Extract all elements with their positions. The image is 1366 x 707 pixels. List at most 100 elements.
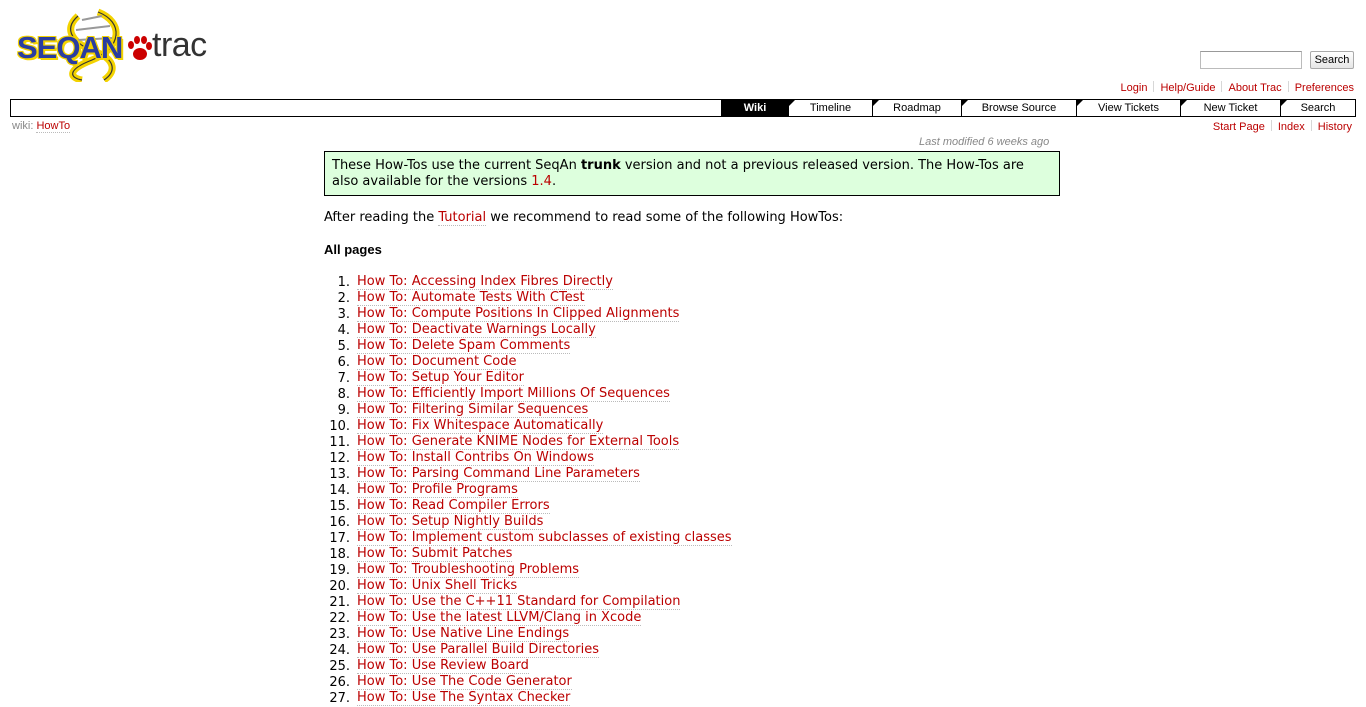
list-item: 11. How To: Generate KNIME Nodes for Exte… (324, 435, 732, 451)
list-item-number: 6. (337, 355, 350, 370)
meta-navigation: Login Help/Guide About Trac Preferences (1121, 81, 1354, 94)
howto-link[interactable]: How To: Use Parallel Build Directories (357, 643, 599, 658)
list-item-number: 10. (329, 419, 350, 434)
list-item: 27. How To: Use The Syntax Checker (324, 691, 732, 707)
howto-link[interactable]: How To: Use Review Board (357, 659, 529, 674)
paw-icon (128, 36, 152, 60)
trac-wordmark: trac (152, 26, 207, 64)
howto-link[interactable]: How To: Fix Whitespace Automatically (357, 419, 604, 434)
list-item: 3. How To: Compute Positions In Clipped A… (324, 307, 732, 323)
howto-link[interactable]: How To: Use The Code Generator (357, 675, 572, 690)
notice-trunk: trunk (580, 158, 621, 173)
list-item-number: 3. (337, 307, 350, 322)
breadcrumb-page-link[interactable]: HowTo (36, 120, 71, 133)
list-item: 19. How To: Troubleshooting Problems (324, 563, 732, 579)
list-item-number: 22. (329, 611, 350, 626)
intro-paragraph: After reading the Tutorial we recommend … (324, 210, 844, 226)
list-item: 2. How To: Automate Tests With CTest (324, 291, 732, 307)
howto-link[interactable]: How To: Use The Syntax Checker (357, 691, 571, 706)
start-page-link[interactable]: Start Page (1213, 121, 1265, 133)
index-link[interactable]: Index (1278, 121, 1305, 133)
search-input[interactable] (1200, 51, 1302, 69)
list-item: 17. How To: Implement custom subclasses o… (324, 531, 732, 547)
intro-text: we recommend to read some of the followi… (486, 210, 844, 225)
howto-link[interactable]: How To: Implement custom subclasses of e… (357, 531, 732, 546)
notice-text: These How-Tos use the current SeqAn (332, 158, 581, 173)
nav-tab-timeline[interactable]: Timeline (788, 100, 872, 116)
preferences-link[interactable]: Preferences (1295, 82, 1354, 94)
list-item: 23. How To: Use Native Line Endings (324, 627, 732, 643)
history-link[interactable]: History (1318, 121, 1352, 133)
list-item-number: 16. (329, 515, 350, 530)
list-item-number: 12. (329, 451, 350, 466)
list-item-number: 11. (329, 435, 350, 450)
howto-link[interactable]: How To: Parsing Command Line Parameters (357, 467, 640, 482)
nav-tab-new-ticket[interactable]: New Ticket (1180, 100, 1280, 116)
howto-link[interactable]: How To: Troubleshooting Problems (357, 563, 580, 578)
context-navigation: Start Page Index History (1213, 120, 1352, 133)
list-item: 20. How To: Unix Shell Tricks (324, 579, 732, 595)
howto-link[interactable]: How To: Delete Spam Comments (357, 339, 571, 354)
login-link[interactable]: Login (1121, 82, 1148, 94)
howto-list: 1. How To: Accessing Index Fibres Directl… (324, 275, 732, 707)
search-button[interactable]: Search (1310, 51, 1354, 69)
howto-link[interactable]: How To: Install Contribs On Windows (357, 451, 595, 466)
seqan-wordmark: SEQAN (17, 30, 123, 65)
list-item: 1. How To: Accessing Index Fibres Directl… (324, 275, 732, 291)
separator (1287, 81, 1289, 92)
list-item-number: 26. (329, 675, 350, 690)
howto-link[interactable]: How To: Document Code (357, 355, 517, 370)
list-item-number: 25. (329, 659, 350, 674)
list-item: 22. How To: Use the latest LLVM/Clang in … (324, 611, 732, 627)
about-trac-link[interactable]: About Trac (1228, 82, 1281, 94)
howto-link[interactable]: How To: Read Compiler Errors (357, 499, 550, 514)
howto-link[interactable]: How To: Accessing Index Fibres Directly (357, 275, 613, 290)
howto-link[interactable]: How To: Generate KNIME Nodes for Externa… (357, 435, 680, 450)
breadcrumb-prefix: wiki: (12, 120, 34, 132)
all-pages-heading: All pages (324, 242, 382, 257)
nav-tab-wiki[interactable]: Wiki (721, 100, 788, 116)
list-item-number: 21. (329, 595, 350, 610)
help-guide-link[interactable]: Help/Guide (1160, 82, 1215, 94)
list-item-number: 14. (329, 483, 350, 498)
list-item: 14. How To: Profile Programs (324, 483, 732, 499)
howto-link[interactable]: How To: Setup Nightly Builds (357, 515, 544, 530)
howto-link[interactable]: How To: Use the latest LLVM/Clang in Xco… (357, 611, 642, 626)
howto-link[interactable]: How To: Efficiently Import Millions Of S… (357, 387, 670, 402)
howto-link[interactable]: How To: Filtering Similar Sequences (357, 403, 589, 418)
intro-text: After reading the (324, 210, 439, 225)
list-item-number: 17. (329, 531, 350, 546)
howto-link[interactable]: How To: Setup Your Editor (357, 371, 525, 386)
list-item: 16. How To: Setup Nightly Builds (324, 515, 732, 531)
separator (1270, 120, 1272, 131)
howto-link[interactable]: How To: Automate Tests With CTest (357, 291, 585, 306)
nav-tab-search[interactable]: Search (1280, 100, 1355, 116)
howto-link[interactable]: How To: Submit Patches (357, 547, 513, 562)
tutorial-link[interactable]: Tutorial (438, 210, 487, 226)
list-item-number: 24. (329, 643, 350, 658)
howto-link[interactable]: How To: Compute Positions In Clipped Ali… (357, 307, 680, 322)
list-item-number: 13. (329, 467, 350, 482)
list-item-number: 1. (337, 275, 350, 290)
howto-link[interactable]: How To: Profile Programs (357, 483, 518, 498)
list-item: 24. How To: Use Parallel Build Directorie… (324, 643, 732, 659)
howto-link[interactable]: How To: Deactivate Warnings Locally (357, 323, 596, 338)
trunk-notice-box: These How-Tos use the current SeqAn trun… (324, 151, 1060, 196)
list-item: 9. How To: Filtering Similar Sequences (324, 403, 732, 419)
list-item: 5. How To: Delete Spam Comments (324, 339, 732, 355)
list-item: 26. How To: Use The Code Generator (324, 675, 732, 691)
nav-tab-roadmap[interactable]: Roadmap (872, 100, 961, 116)
list-item-number: 18. (329, 547, 350, 562)
nav-tab-view-tickets[interactable]: View Tickets (1076, 100, 1180, 116)
seqan-trac-logo[interactable]: SEQAN trac (14, 8, 226, 82)
list-item-number: 19. (329, 563, 350, 578)
howto-link[interactable]: How To: Use the C++11 Standard for Compi… (357, 595, 681, 610)
list-item: 25. How To: Use Review Board (324, 659, 732, 675)
version-1-4-link[interactable]: 1.4 (531, 174, 552, 189)
nav-tab-browse-source[interactable]: Browse Source (961, 100, 1076, 116)
howto-link[interactable]: How To: Unix Shell Tricks (357, 579, 518, 594)
list-item: 8. How To: Efficiently Import Millions Of… (324, 387, 732, 403)
main-navigation: Wiki Timeline Roadmap Browse Source View… (10, 99, 1356, 117)
howto-link[interactable]: How To: Use Native Line Endings (357, 627, 570, 642)
list-item-number: 8. (337, 387, 350, 402)
